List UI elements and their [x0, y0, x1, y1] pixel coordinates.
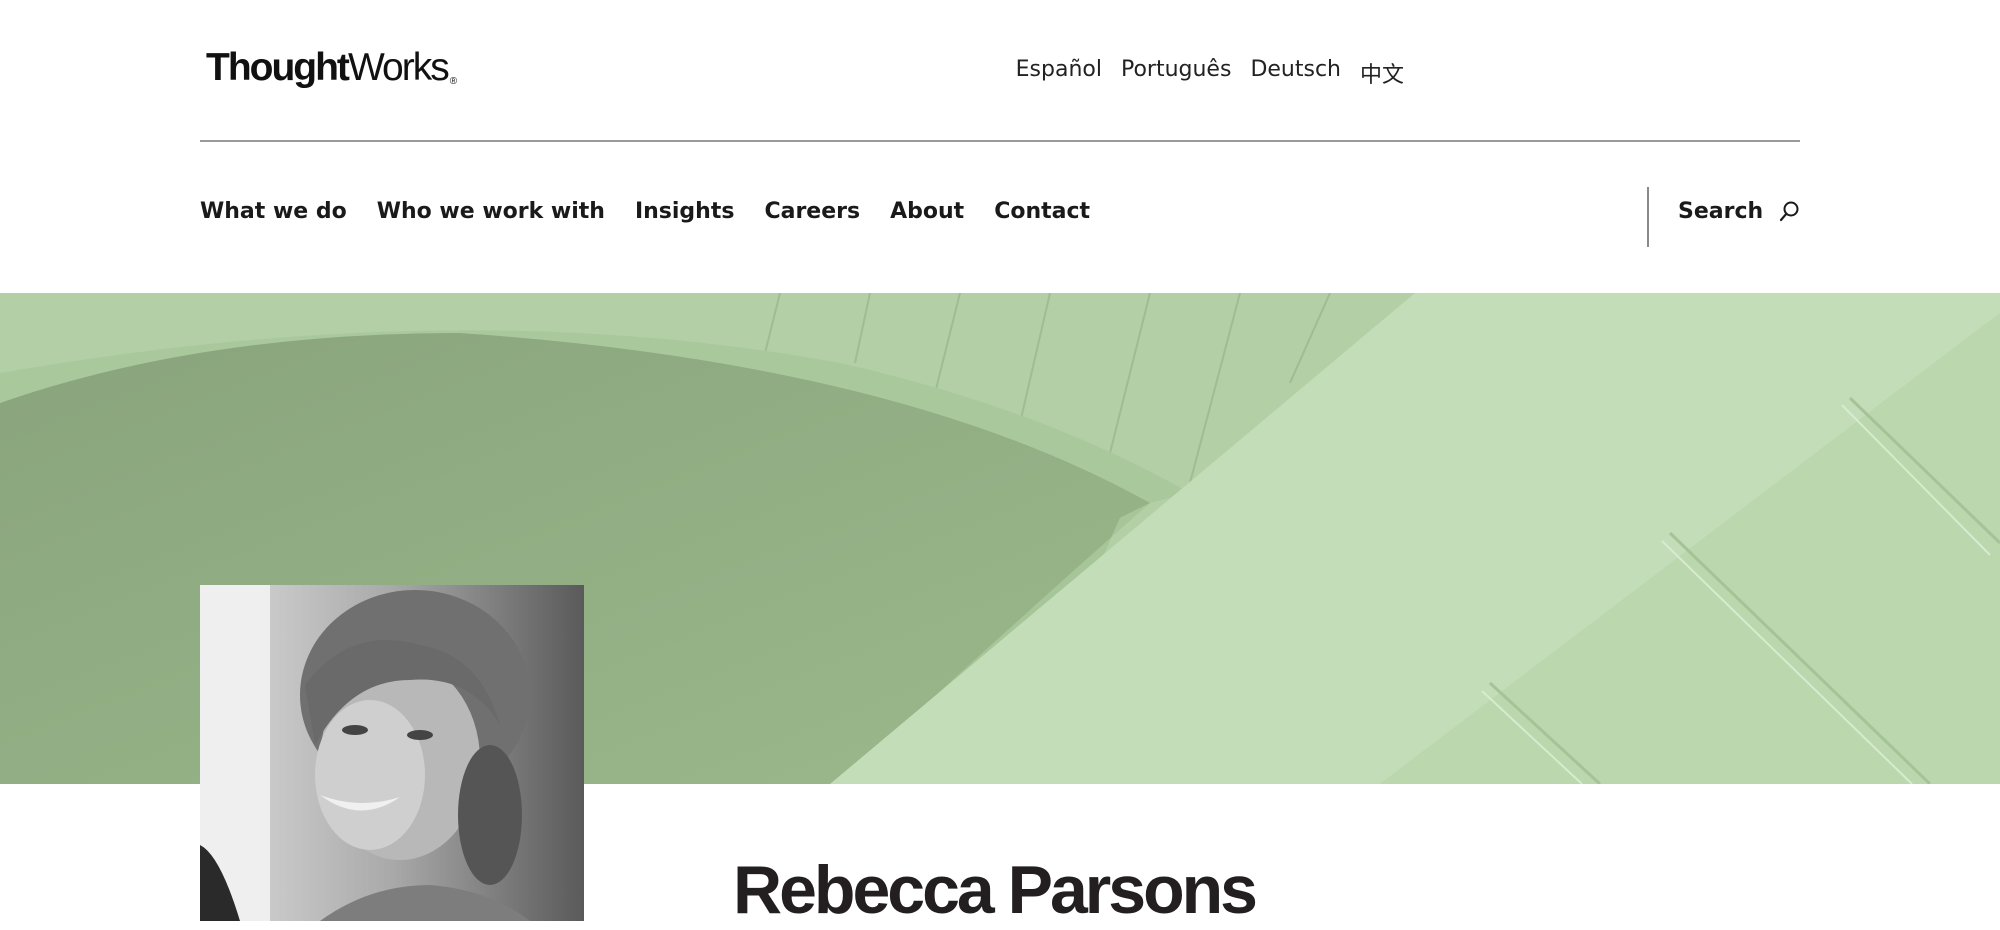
site-header: ThoughtWorks ® Español Português Deutsch …	[0, 0, 2000, 293]
lang-link-deutsch[interactable]: Deutsch	[1250, 57, 1341, 89]
nav-item-contact[interactable]: Contact	[994, 199, 1090, 224]
logo-registered-mark: ®	[449, 76, 458, 87]
search-separator	[1647, 187, 1649, 247]
search-button[interactable]: Search	[1678, 199, 1801, 224]
thoughtworks-logo[interactable]: ThoughtWorks ®	[206, 44, 457, 92]
profile-photo	[200, 585, 584, 921]
lang-link-portugues[interactable]: Português	[1121, 57, 1231, 89]
header-divider	[200, 140, 1800, 142]
language-switcher: Español Português Deutsch 中文	[1016, 57, 1404, 89]
logo-text-thought: Thought	[206, 46, 350, 89]
logo-text-works: Works	[347, 46, 450, 89]
main-nav: What we do Who we work with Insights Car…	[200, 199, 1090, 224]
nav-item-about[interactable]: About	[890, 199, 964, 224]
profile-name: Rebecca Parsons	[733, 852, 1258, 928]
nav-item-who-we-work-with[interactable]: Who we work with	[377, 199, 605, 224]
lang-link-chinese[interactable]: 中文	[1360, 57, 1404, 89]
nav-item-what-we-do[interactable]: What we do	[200, 199, 347, 224]
search-label: Search	[1678, 199, 1764, 224]
nav-item-insights[interactable]: Insights	[635, 199, 735, 224]
nav-item-careers[interactable]: Careers	[764, 199, 860, 224]
search-icon	[1779, 200, 1801, 224]
lang-link-espanol[interactable]: Español	[1016, 57, 1102, 89]
